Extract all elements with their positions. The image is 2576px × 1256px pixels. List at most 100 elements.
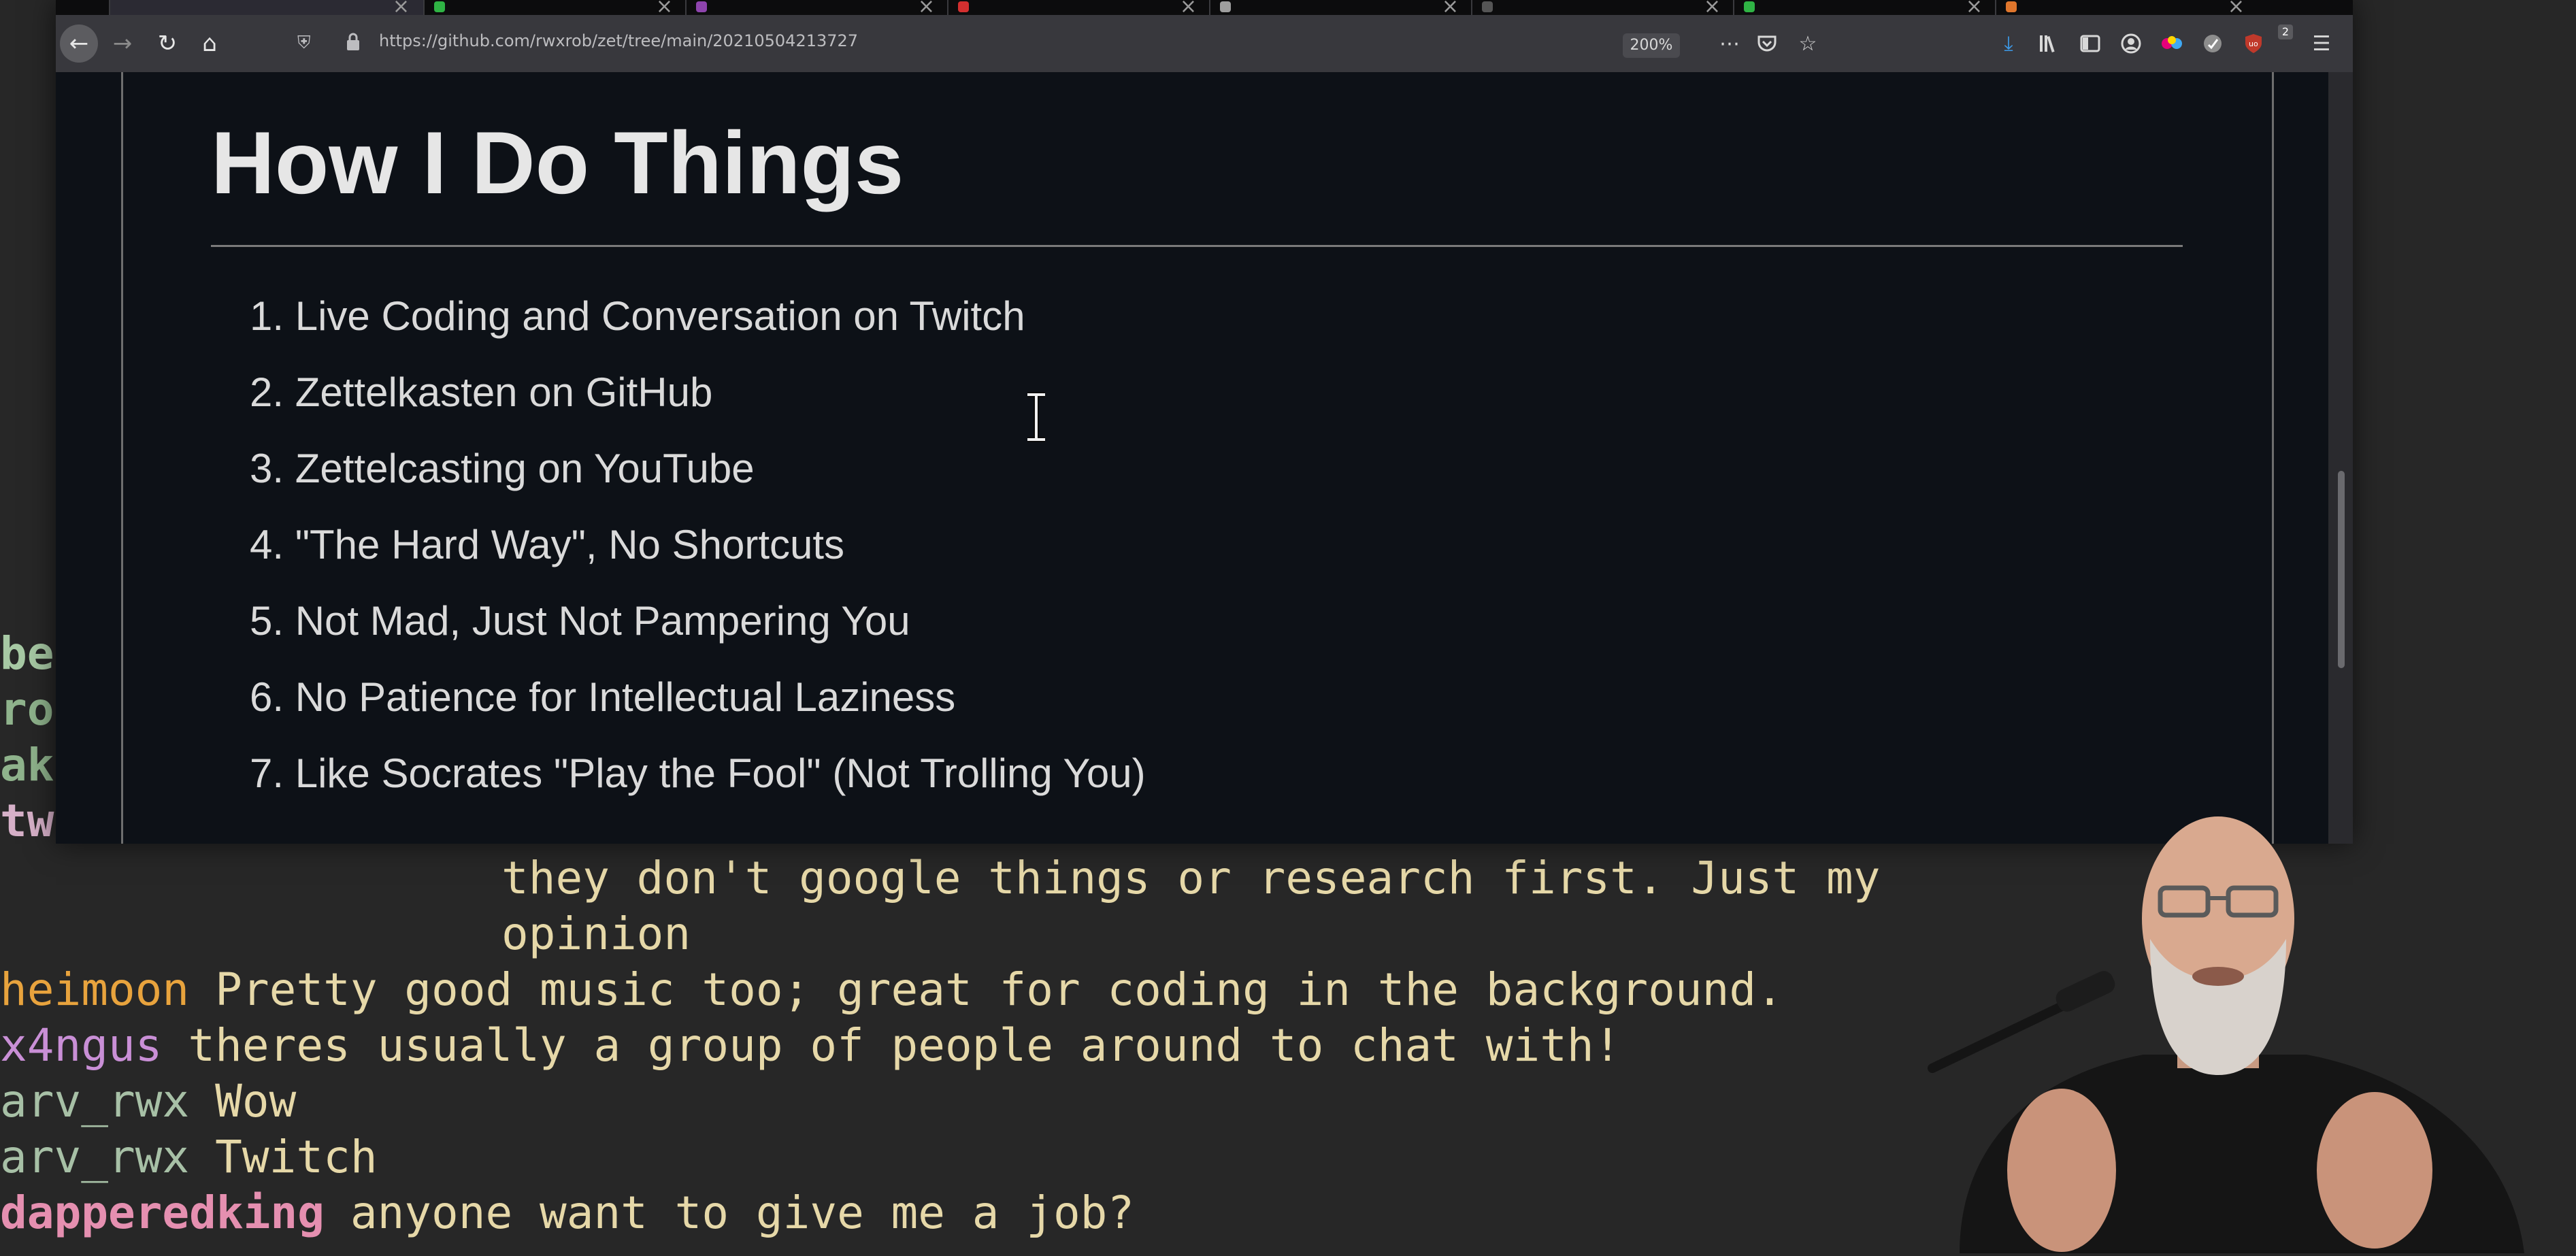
- chat-message: theres usually a group of people around …: [188, 1019, 1621, 1072]
- list-item: 1. Live Coding and Conversation on Twitc…: [250, 293, 1025, 340]
- title-divider: [211, 245, 2183, 247]
- list-item-text: No Patience for Intellectual Laziness: [295, 674, 956, 720]
- webcam-overlay: [1857, 735, 2576, 1253]
- browser-tab[interactable]: ×: [109, 0, 423, 15]
- chat-continuation-line: opinion: [501, 908, 691, 960]
- tab-favicon-icon: [434, 1, 445, 12]
- list-item-number: 7.: [250, 750, 284, 796]
- download-icon[interactable]: ⤓: [1995, 30, 2022, 57]
- browser-tab[interactable]: ×: [1733, 0, 1996, 15]
- browser-tab[interactable]: ×: [947, 0, 1210, 15]
- browser-tab[interactable]: ×: [1471, 0, 1734, 15]
- tab-favicon-icon: [1482, 1, 1493, 12]
- extension-icon[interactable]: [2158, 30, 2185, 57]
- library-icon[interactable]: [2036, 30, 2063, 57]
- chat-message: Pretty good music too; great for coding …: [215, 963, 1783, 1016]
- chat-line: x4ngus theres usually a group of people a…: [0, 1018, 1621, 1074]
- tab-favicon-icon: [696, 1, 707, 12]
- browser-window: × × × × × × × × ← → ↻ ⌂ ⛨ https://github…: [56, 0, 2353, 844]
- list-item-number: 2.: [250, 369, 284, 415]
- tab-close-icon[interactable]: ×: [656, 0, 673, 15]
- page-actions-icon[interactable]: ⋯: [1716, 30, 1743, 57]
- page-title: How I Do Things: [211, 113, 904, 212]
- page-content: How I Do Things 1. Live Coding and Conve…: [56, 72, 2328, 844]
- chat-message: Twitch: [215, 1131, 378, 1183]
- tab-close-icon[interactable]: ×: [1180, 0, 1197, 15]
- account-icon[interactable]: [2117, 30, 2145, 57]
- reload-button[interactable]: ↻: [148, 24, 186, 63]
- tab-strip: × × × × × × × ×: [56, 0, 2353, 15]
- chat-continuation-line: they don't google things or research fir…: [501, 852, 1881, 904]
- ublock-icon[interactable]: uo: [2240, 30, 2267, 57]
- tab-close-icon[interactable]: ×: [918, 0, 935, 15]
- home-button[interactable]: ⌂: [191, 24, 229, 63]
- chat-nick: arv_rwx: [0, 1075, 190, 1127]
- shield-icon[interactable]: ⛨: [297, 33, 311, 54]
- extension-icon[interactable]: [2199, 30, 2226, 57]
- reload-icon: ↻: [157, 30, 178, 57]
- home-icon: ⌂: [202, 30, 217, 57]
- hamburger-menu-icon[interactable]: ☰: [2308, 30, 2335, 57]
- url-text[interactable]: https://github.com/rwxrob/zet/tree/main/…: [379, 31, 858, 50]
- chat-line: heimoon Pretty good music too; great for …: [0, 962, 1783, 1018]
- browser-tab[interactable]: ×: [1209, 0, 1472, 15]
- list-item: 7. Like Socrates "Play the Fool" (Not Tr…: [250, 750, 1146, 797]
- svg-text:uo: uo: [2249, 39, 2258, 48]
- chat-message: anyone want to give me a job?: [350, 1187, 1135, 1239]
- tab-favicon-icon: [958, 1, 969, 12]
- forward-button[interactable]: →: [103, 24, 142, 63]
- arrow-right-icon: →: [112, 30, 133, 57]
- scrollbar[interactable]: [2328, 72, 2353, 844]
- browser-tab[interactable]: ×: [685, 0, 948, 15]
- chat-nick: heimoon: [0, 963, 190, 1016]
- list-item-text: Like Socrates "Play the Fool" (Not Troll…: [295, 750, 1146, 796]
- list-item: 5. Not Mad, Just Not Pampering You: [250, 597, 910, 644]
- chat-message: Wow: [215, 1075, 297, 1127]
- lock-icon[interactable]: [345, 31, 361, 52]
- list-item: 3. Zettelcasting on YouTube: [250, 445, 755, 492]
- list-item-number: 6.: [250, 674, 284, 720]
- chat-line: arv_rwx Twitch: [0, 1129, 378, 1185]
- tab-favicon-icon: [1220, 1, 1231, 12]
- list-item-text: Live Coding and Conversation on Twitch: [295, 293, 1025, 339]
- pocket-icon[interactable]: [1753, 30, 1781, 57]
- notification-badge: 2: [2278, 24, 2293, 39]
- navigation-toolbar: ← → ↻ ⌂ ⛨ https://github.com/rwxrob/zet/…: [56, 15, 2353, 72]
- chat-nick: x4ngus: [0, 1019, 163, 1072]
- url-bar[interactable]: ⛨ https://github.com/rwxrob/zet/tree/mai…: [243, 24, 1760, 63]
- terminal-edge-fragment: twi: [0, 795, 54, 847]
- scrollbar-thumb[interactable]: [2338, 471, 2345, 668]
- zoom-level-badge[interactable]: 200%: [1623, 33, 1680, 58]
- chat-nick: dapperedking: [0, 1187, 325, 1239]
- tab-close-icon[interactable]: ×: [1966, 0, 1983, 15]
- tab-close-icon[interactable]: ×: [1442, 0, 1459, 15]
- list-item-number: 1.: [250, 293, 284, 339]
- chat-nick: arv_rwx: [0, 1131, 190, 1183]
- list-item: 4. "The Hard Way", No Shortcuts: [250, 521, 844, 568]
- list-item-text: Zettelkasten on GitHub: [295, 369, 713, 415]
- chat-line: arv_rwx Wow: [0, 1074, 296, 1129]
- text-cursor-icon: [1025, 392, 1048, 442]
- list-item-number: 4.: [250, 522, 284, 567]
- browser-tab[interactable]: ×: [1995, 0, 2258, 15]
- terminal-edge-fragment: rom: [0, 683, 54, 736]
- terminal-edge-fragment: ako: [0, 739, 54, 791]
- list-item-text: Zettelcasting on YouTube: [295, 446, 755, 491]
- tab-close-icon[interactable]: ×: [393, 0, 410, 15]
- list-item: 6. No Patience for Intellectual Laziness: [250, 674, 955, 721]
- chat-line: dapperedking anyone want to give me a job…: [0, 1185, 1134, 1241]
- terminal-edge-fragment: bel: [0, 627, 54, 680]
- tab-close-icon[interactable]: ×: [2228, 0, 2245, 15]
- sidebar-icon[interactable]: [2077, 30, 2104, 57]
- tab-close-icon[interactable]: ×: [1704, 0, 1721, 15]
- tab-favicon-icon: [1744, 1, 1755, 12]
- list-item-number: 5.: [250, 598, 284, 644]
- back-button[interactable]: ←: [60, 24, 98, 63]
- bookmark-star-icon[interactable]: ☆: [1794, 30, 1821, 57]
- list-item: 2. Zettelkasten on GitHub: [250, 369, 712, 416]
- list-item-number: 3.: [250, 446, 284, 491]
- list-item-text: "The Hard Way", No Shortcuts: [295, 522, 845, 567]
- list-item-text: Not Mad, Just Not Pampering You: [295, 598, 910, 644]
- browser-tab[interactable]: ×: [423, 0, 687, 15]
- tab-favicon-icon: [2006, 1, 2017, 12]
